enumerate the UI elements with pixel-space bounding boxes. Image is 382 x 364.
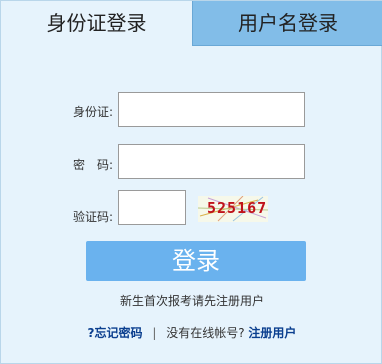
new-student-hint: 新生首次报考请先注册用户	[119, 294, 264, 308]
id-card-input[interactable]	[118, 92, 305, 127]
captcha-image[interactable]: 525167	[198, 196, 268, 222]
login-panel: 身份证登录 用户名登录 身份证: 密 码: 验证码: 525167 登录 新生首…	[0, 0, 382, 364]
separator: |	[152, 326, 157, 340]
tab-id-card-login[interactable]: 身份证登录	[1, 1, 192, 46]
captcha-label: 验证码:	[73, 210, 114, 224]
password-label: 密 码:	[73, 158, 114, 172]
bottom-links: ?忘记密码 | 没有在线帐号? 注册用户	[1, 324, 382, 341]
captcha-input[interactable]	[118, 190, 186, 225]
tab-username-login[interactable]: 用户名登录	[192, 1, 382, 46]
id-card-label: 身份证:	[73, 105, 114, 119]
register-link[interactable]: 注册用户	[248, 326, 296, 340]
no-account-text: 没有在线帐号?	[166, 326, 245, 340]
captcha-code: 525167	[207, 199, 268, 217]
forgot-password-link[interactable]: ?忘记密码	[88, 326, 143, 340]
password-input[interactable]	[118, 144, 305, 179]
login-button[interactable]: 登录	[86, 241, 306, 281]
